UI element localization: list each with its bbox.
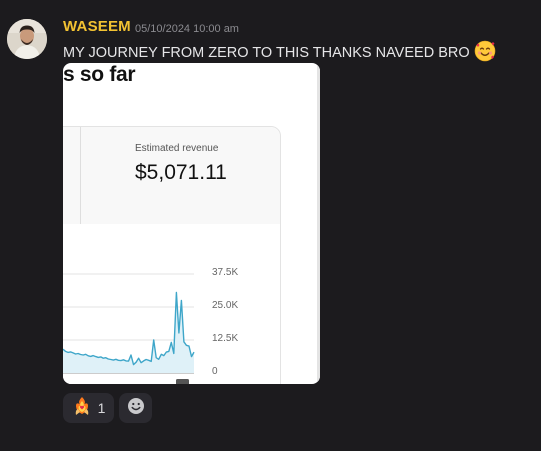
message-timestamp: 05/10/2024 10:00 am (135, 23, 239, 35)
avatar[interactable] (7, 19, 47, 59)
series-line (63, 291, 195, 366)
add-reaction-button[interactable] (119, 393, 152, 423)
reaction-chip[interactable]: 1 (63, 393, 114, 423)
add-reaction-smiley-icon (127, 397, 145, 420)
chart-handle (176, 379, 189, 384)
author-name[interactable]: WASEEM (63, 18, 131, 35)
avatar-photo (7, 19, 47, 59)
image-attachment[interactable]: s so far Estimated revenue $5,071.11 37.… (63, 63, 320, 384)
hands-with-heart-fire-icon (72, 396, 92, 421)
smiling-face-with-hearts-icon (474, 40, 496, 66)
revenue-chart (63, 273, 195, 384)
message-body: MY JOURNEY FROM ZERO TO THIS THANKS NAVE… (63, 44, 470, 61)
reaction-count: 1 (97, 400, 106, 416)
